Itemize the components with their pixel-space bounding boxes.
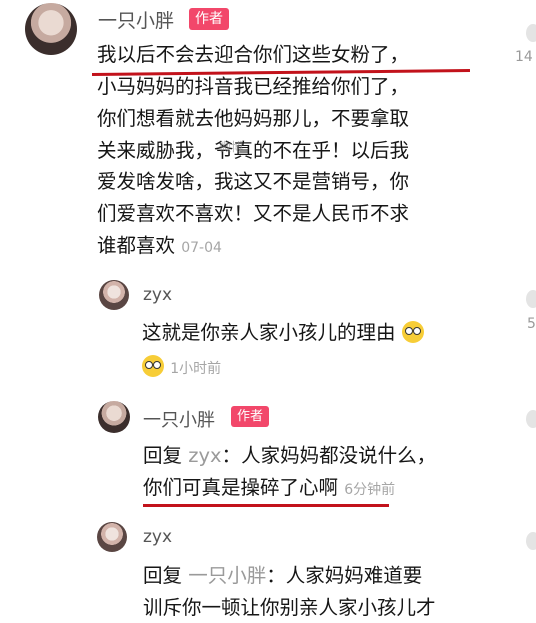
reply-username[interactable]: zyx — [143, 285, 172, 305]
comment-username[interactable]: 一只小胖 — [98, 6, 174, 33]
reply-text: 这就是你亲人家小孩儿的理由 — [142, 321, 396, 344]
comment-text: 谁都喜欢 — [97, 234, 176, 257]
highlight-underline — [143, 504, 389, 507]
like-count: 5 — [527, 316, 536, 332]
smiling-face-emoji-icon — [142, 355, 164, 377]
author-badge: 作者 — [189, 8, 229, 30]
comment-last-line: 谁都喜欢 07-04 — [97, 231, 222, 263]
reply-to-username[interactable]: 一只小胖 — [188, 564, 266, 587]
reply-line: 训斥你一顿让你别亲人家小孩儿才 — [143, 596, 436, 619]
reply-text: 你们可真是操碎了心啊 — [143, 476, 339, 499]
reply-colon: ： — [266, 564, 286, 587]
reply-username[interactable]: 一只小胖 — [143, 406, 215, 432]
reply-prefix: 回复 — [143, 444, 183, 467]
comment-line: 们爱喜欢不喜欢！又不是人民币不求 — [97, 202, 410, 225]
avatar[interactable] — [99, 280, 129, 310]
comment-time: 07-04 — [181, 240, 222, 256]
reply-prefix: 回复 — [143, 564, 183, 587]
author-badge: 作者 — [231, 406, 270, 427]
like-icon[interactable] — [526, 532, 536, 550]
reply-line: 回复 一只小胖：人家妈妈难道要 — [143, 561, 422, 591]
comment-line: 小马妈妈的抖音我已经推给你们了， — [97, 75, 410, 98]
like-icon[interactable] — [526, 410, 536, 428]
comment-line: 你们想看就去他妈妈那儿，不要拿取 — [97, 107, 410, 130]
reply-username[interactable]: zyx — [143, 527, 172, 547]
comment-line: 关来威胁我，爷真的不在乎！以后我 — [97, 139, 410, 162]
reply-text: 人家妈妈都没说什么， — [241, 444, 437, 467]
reply-to-username[interactable]: zyx — [188, 444, 221, 467]
comment-line: 爱发啥发啥，我这又不是营销号，你 — [97, 170, 410, 193]
reply-time: 6分钟前 — [344, 482, 396, 498]
like-count: 14 — [515, 49, 533, 65]
reply-meta-line: 1小时前 — [142, 352, 221, 384]
comment-line: 我以后不会去迎合你们这些女粉了， — [97, 43, 410, 66]
avatar[interactable] — [25, 3, 77, 55]
like-icon[interactable] — [526, 24, 536, 42]
reply-line: 回复 zyx：人家妈妈都没说什么， — [143, 441, 436, 471]
reply-colon: ： — [221, 444, 242, 467]
like-icon[interactable] — [526, 290, 536, 308]
reply-line: 这就是你亲人家小孩儿的理由 — [142, 318, 424, 348]
smiling-face-emoji-icon — [401, 321, 424, 343]
avatar[interactable] — [98, 401, 130, 433]
avatar[interactable] — [97, 522, 127, 552]
weibo-watermark: 微博 — [219, 140, 244, 154]
reply-time: 1小时前 — [170, 361, 222, 377]
reply-line: 你们可真是操碎了心啊 6分钟前 — [143, 473, 395, 505]
reply-text: 人家妈妈难道要 — [285, 564, 423, 587]
